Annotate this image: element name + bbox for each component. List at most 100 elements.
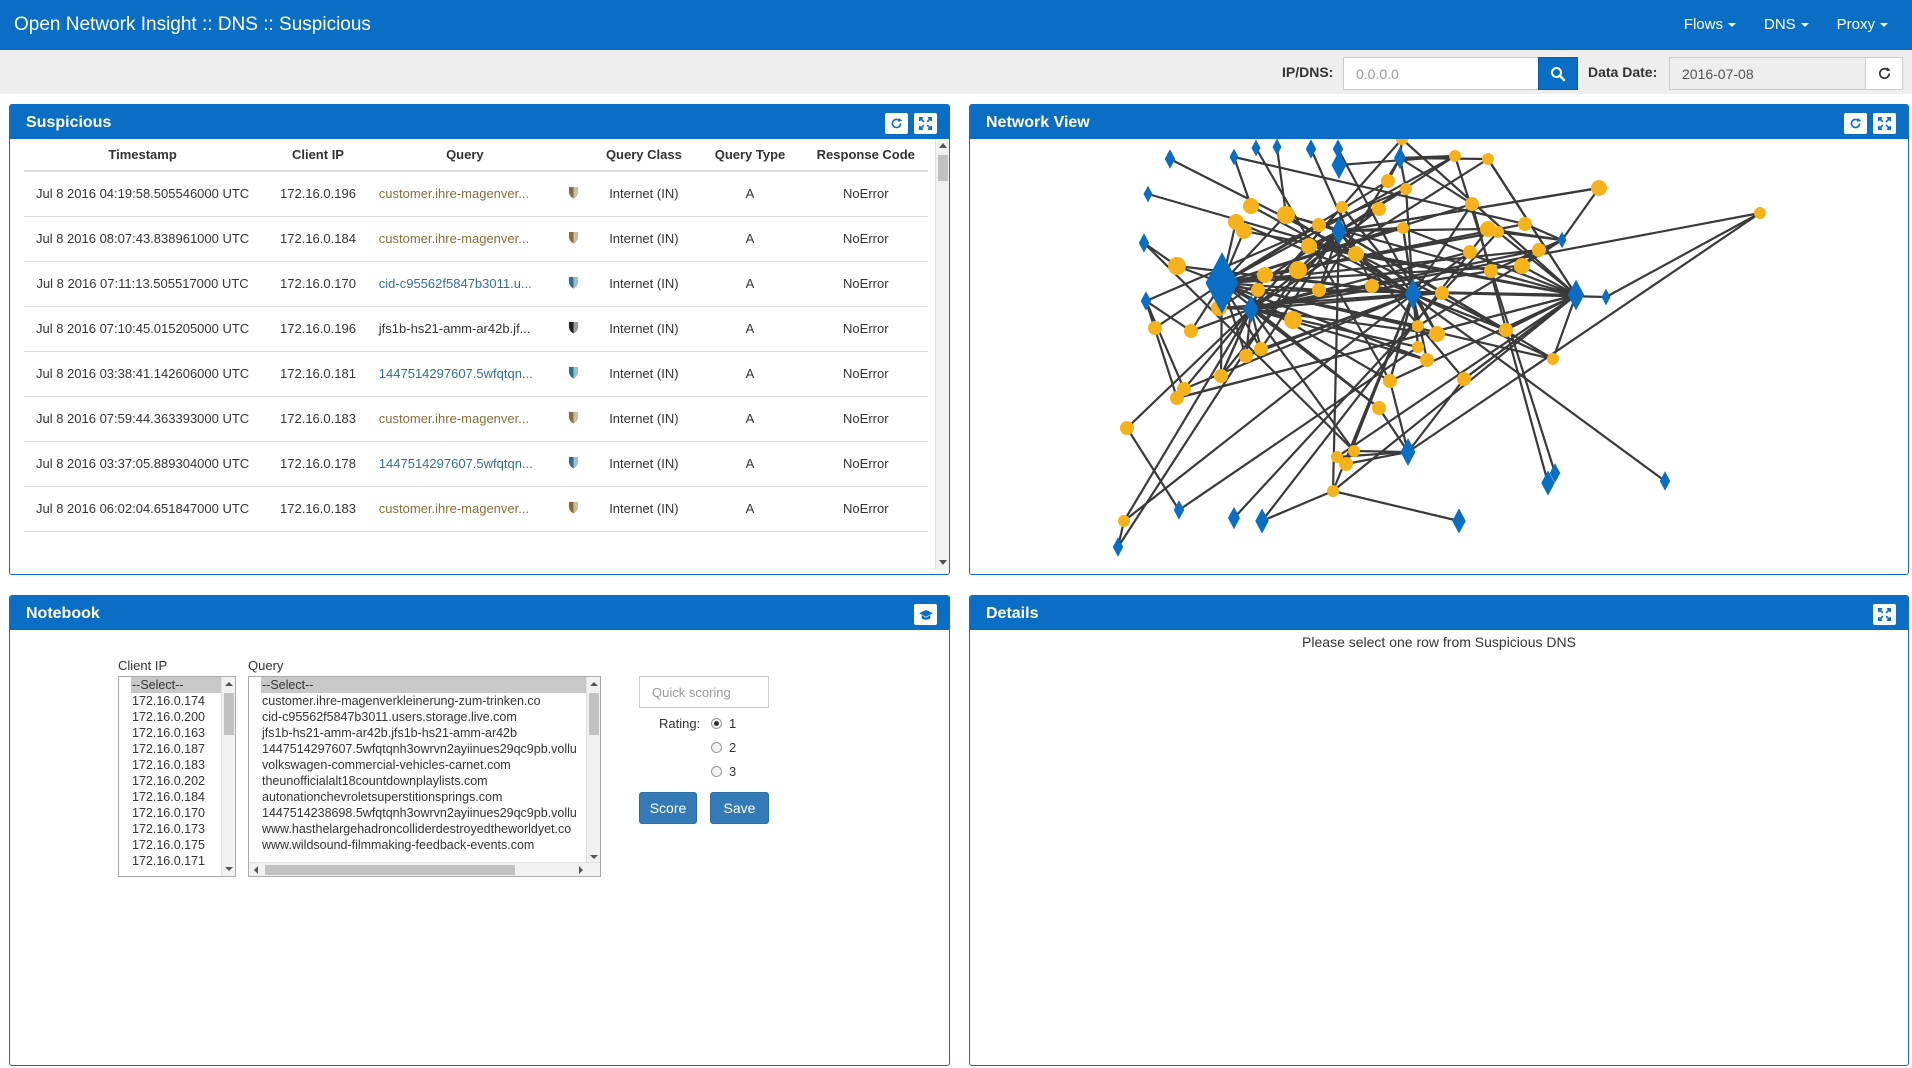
notebook-toggle-button[interactable] — [914, 604, 937, 625]
quick-scoring-input[interactable] — [639, 676, 769, 708]
column-header-timestamp[interactable]: Timestamp — [24, 139, 262, 172]
radio-button[interactable] — [711, 742, 722, 753]
network-refresh-button[interactable] — [1844, 113, 1867, 134]
list-option[interactable]: 172.16.0.183 — [119, 757, 235, 773]
radio-button-selected[interactable] — [711, 718, 722, 729]
list-option[interactable]: theunofficialalt18countdownplaylists.com — [249, 773, 600, 789]
list-option[interactable]: 1447514238698.5wfqtqnh3owrvn2ayiinues29q… — [249, 805, 600, 821]
list-option[interactable]: 172.16.0.173 — [119, 821, 235, 837]
column-header-query-class[interactable]: Query Class — [591, 139, 697, 172]
list-option[interactable]: 172.16.0.175 — [119, 837, 235, 853]
save-button[interactable]: Save — [710, 792, 769, 824]
list-option[interactable]: 172.16.0.202 — [119, 773, 235, 789]
column-header-client-ip[interactable]: Client IP — [261, 139, 375, 172]
network-graph[interactable] — [970, 139, 1908, 575]
suspicious-refresh-button[interactable] — [885, 113, 908, 134]
list-option[interactable]: --Select-- — [261, 677, 600, 693]
query-cell[interactable]: customer.ihre-magenver... — [374, 396, 555, 442]
domain-node[interactable] — [1239, 349, 1253, 363]
scroll-up-arrow[interactable] — [590, 682, 598, 686]
domain-node[interactable] — [1148, 321, 1162, 335]
domain-node[interactable] — [1120, 421, 1134, 435]
client-ip-node[interactable] — [1143, 185, 1153, 203]
score-button[interactable]: Score — [639, 792, 697, 824]
radio-button[interactable] — [711, 766, 722, 777]
list-option[interactable]: 172.16.0.200 — [119, 709, 235, 725]
scroll-up-arrow[interactable] — [225, 682, 233, 686]
scroll-down-arrow[interactable] — [939, 560, 947, 565]
list-option[interactable]: customer.ihre-magenverkleinerung-zum-tri… — [249, 693, 600, 709]
table-row[interactable]: Jul 8 2016 03:38:41.142606000 UTC 172.16.… — [24, 351, 928, 397]
domain-node[interactable] — [1397, 222, 1409, 234]
scrollbar-thumb[interactable] — [938, 155, 948, 181]
column-header-response-code[interactable]: Response Code — [803, 139, 928, 172]
domain-node[interactable] — [1400, 183, 1412, 195]
client-ip-node[interactable] — [1659, 471, 1671, 491]
rating-option-3[interactable]: 3 — [711, 764, 736, 779]
list-option[interactable]: 1447514297607.5wfqtqnh3owrvn2ayiinues29q… — [249, 741, 600, 757]
app-title[interactable]: Open Network Insight :: DNS :: Suspiciou… — [14, 14, 371, 36]
details-fullscreen-button[interactable] — [1873, 604, 1896, 625]
domain-node[interactable] — [1214, 369, 1228, 383]
scroll-down-arrow[interactable] — [225, 867, 233, 871]
domain-node[interactable] — [1484, 264, 1498, 278]
domain-node[interactable] — [1547, 353, 1559, 365]
scrollbar-thumb[interactable] — [224, 693, 234, 735]
rating-option-2[interactable]: 2 — [711, 740, 736, 755]
domain-node[interactable] — [1348, 246, 1364, 262]
list-option[interactable]: www.wildsound-filmmaking-feedback-events… — [249, 837, 600, 853]
scroll-down-arrow[interactable] — [590, 855, 598, 859]
domain-node[interactable] — [1236, 223, 1252, 239]
domain-node[interactable] — [1383, 374, 1397, 388]
reload-button[interactable] — [1865, 57, 1903, 90]
domain-node[interactable] — [1499, 323, 1513, 337]
domain-node[interactable] — [1463, 245, 1477, 259]
domain-node[interactable] — [1254, 342, 1268, 356]
list-option[interactable]: 172.16.0.163 — [119, 725, 235, 741]
domain-node[interactable] — [1312, 283, 1326, 297]
list-option[interactable]: jfs1b-hs21-amm-ar42b.jfs1b-hs21-amm-ar42… — [249, 725, 600, 741]
nav-proxy-dropdown[interactable]: Proxy — [1823, 0, 1902, 50]
table-row[interactable]: Jul 8 2016 07:10:45.015205000 UTC 172.16.… — [24, 306, 928, 352]
scroll-left-arrow[interactable] — [254, 866, 258, 874]
list-option[interactable]: cid-c95562f5847b3011.users.storage.live.… — [249, 709, 600, 725]
table-row[interactable]: Jul 8 2016 08:07:43.838961000 UTC 172.16.… — [24, 216, 928, 262]
domain-node[interactable] — [1170, 391, 1184, 405]
domain-node[interactable] — [1532, 243, 1546, 257]
suspicious-fullscreen-button[interactable] — [914, 113, 937, 134]
domain-node[interactable] — [1482, 153, 1494, 165]
query-cell[interactable]: cid-c95562f5847b3011.u... — [374, 261, 555, 307]
query-cell[interactable]: 1447514297607.5wfqtqn... — [374, 351, 555, 397]
domain-node[interactable] — [1301, 238, 1317, 254]
data-date-input[interactable] — [1669, 57, 1866, 90]
domain-node[interactable] — [1465, 197, 1479, 211]
domain-node[interactable] — [1365, 279, 1379, 293]
table-row[interactable]: Jul 8 2016 03:37:05.889304000 UTC 172.16.… — [24, 441, 928, 487]
query-cell[interactable]: 1447514297607.5wfqtqn... — [374, 441, 555, 487]
column-header-query[interactable]: Query — [374, 139, 555, 172]
domain-node[interactable] — [1492, 226, 1504, 238]
domain-node[interactable] — [1412, 320, 1424, 332]
domain-node[interactable] — [1514, 258, 1530, 274]
domain-node[interactable] — [1168, 257, 1186, 275]
list-option[interactable]: autonationchevroletsuperstitionsprings.c… — [249, 789, 600, 805]
query-cell[interactable]: customer.ihre-magenver... — [374, 531, 555, 539]
query-listbox[interactable]: --Select-- customer.ihre-magenverkleineru… — [248, 676, 601, 877]
scroll-right-arrow[interactable] — [579, 866, 583, 874]
domain-node[interactable] — [1754, 207, 1766, 219]
domain-node[interactable] — [1372, 202, 1386, 216]
network-fullscreen-button[interactable] — [1873, 113, 1896, 134]
search-button[interactable] — [1538, 57, 1578, 90]
ipdns-search-input[interactable] — [1343, 57, 1539, 90]
domain-node[interactable] — [1289, 261, 1307, 279]
domain-node[interactable] — [1518, 217, 1532, 231]
domain-node[interactable] — [1372, 401, 1386, 415]
list-option[interactable]: 172.16.0.184 — [119, 789, 235, 805]
domain-node[interactable] — [1457, 372, 1471, 386]
scrollbar-thumb[interactable] — [265, 865, 515, 875]
client-ip-node[interactable] — [1452, 508, 1466, 534]
domain-node[interactable] — [1420, 353, 1434, 367]
domain-node[interactable] — [1348, 445, 1360, 457]
table-row[interactable]: Jul 8 2016 05:32:18.636638000 UTC172.16.… — [24, 531, 928, 539]
list-option[interactable]: 172.16.0.171 — [119, 853, 235, 869]
